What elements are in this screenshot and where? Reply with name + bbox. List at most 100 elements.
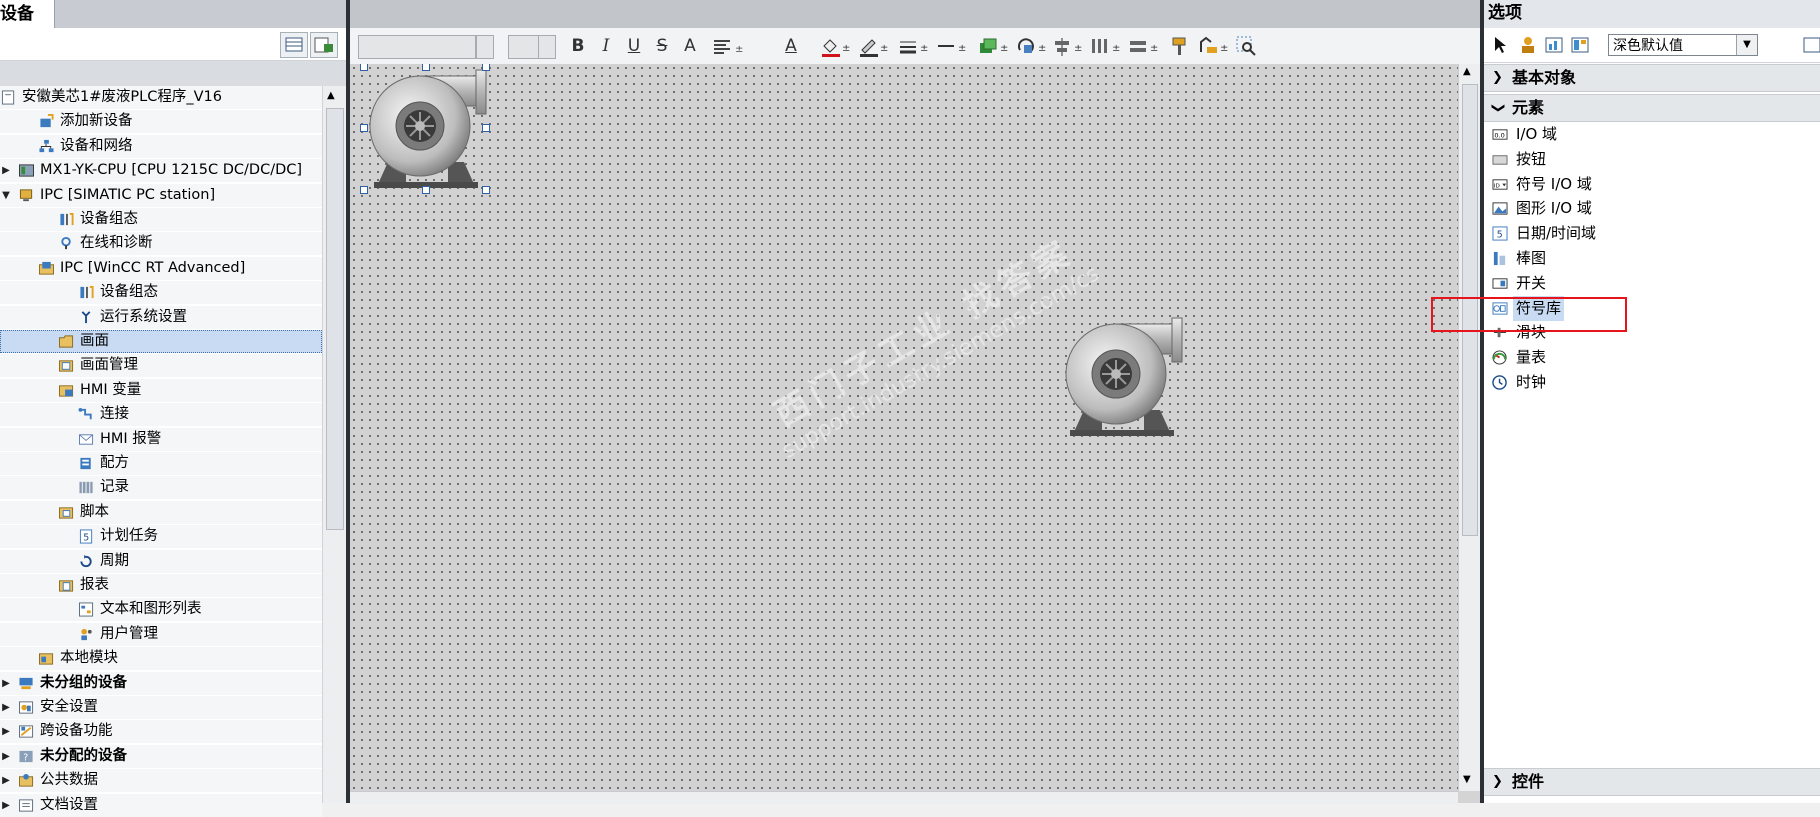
align-dropdown[interactable]: ± <box>710 34 744 58</box>
pump-symbol-selected[interactable] <box>364 66 496 192</box>
tree-item[interactable]: ▼ IPC [SIMATIC PC station] <box>0 183 322 207</box>
overview-view-button[interactable] <box>280 32 308 58</box>
underline-button[interactable]: U <box>622 34 646 58</box>
tree-item[interactable]: ▶ 未分组的设备 <box>0 671 322 695</box>
expand-right-icon[interactable]: ▶ <box>0 720 12 743</box>
tree-item[interactable]: 设备和网络 <box>0 134 322 158</box>
canvas-vertical-scrollbar[interactable]: ▲ ▼ <box>1458 64 1481 791</box>
text-color-button[interactable]: A <box>774 34 808 58</box>
tree-item[interactable]: 连接 <box>0 403 322 427</box>
tree-item[interactable]: ▶ 安全设置 <box>0 696 322 719</box>
rotate-button[interactable]: ± <box>1014 34 1048 58</box>
expand-right-icon[interactable]: ▶ <box>0 769 12 792</box>
section-basic-objects[interactable]: ❯ 基本对象 <box>1484 64 1820 92</box>
tree-item[interactable]: 用户管理 <box>0 622 322 646</box>
tree-item[interactable]: ▶HMI 变量 <box>0 378 322 402</box>
tree-item[interactable]: 安徽美芯1#废液PLC程序_V16 <box>0 86 322 109</box>
tree-item[interactable]: 记录 <box>0 476 322 500</box>
fill-color-button[interactable]: ± <box>818 34 852 58</box>
resize-handle[interactable] <box>482 186 490 194</box>
bold-button[interactable]: B <box>566 34 590 58</box>
resize-handle[interactable] <box>422 186 430 194</box>
resize-handle[interactable] <box>482 124 490 132</box>
tree-item[interactable]: 设备组态 <box>0 208 322 231</box>
section-controls[interactable]: ❯ 控件 <box>1484 768 1820 796</box>
section-elements[interactable]: ❯ 元素 <box>1484 94 1820 122</box>
tree-item[interactable]: 运行系统设置 <box>0 305 322 329</box>
tree-scrollbar-thumb[interactable] <box>326 108 344 530</box>
tree-item[interactable]: ▶ 文档设置 <box>0 793 322 817</box>
tree-item[interactable]: 文本和图形列表 <box>0 598 322 622</box>
toolbox-element[interactable]: 时钟 <box>1484 370 1820 395</box>
tree-item[interactable]: 配方 <box>0 452 322 475</box>
expand-right-icon[interactable]: ▶ <box>0 794 12 817</box>
tree-item[interactable]: 添加新设备 <box>0 110 322 134</box>
tree-item[interactable]: ▶报表 <box>0 574 322 597</box>
graphics-icon[interactable] <box>1544 35 1564 55</box>
scroll-up-icon[interactable]: ▲ <box>1463 66 1471 77</box>
line-color-button[interactable]: ± <box>856 34 890 58</box>
toolbox-element[interactable]: 5 日期/时间域 <box>1484 221 1820 246</box>
expand-down-icon[interactable]: ▼ <box>0 184 12 207</box>
expand-right-icon[interactable]: ▶ <box>0 672 12 695</box>
tab-devices[interactable]: 设备 <box>0 0 55 28</box>
canvas-horizontal-scrollbar[interactable] <box>350 791 1458 804</box>
tree-item[interactable]: ▶ 公共数据 <box>0 769 322 793</box>
font-size-up-button[interactable]: A <box>676 34 704 58</box>
toolbox-element[interactable]: 图形 I/O 域 <box>1484 196 1820 221</box>
line-width-button[interactable]: ± <box>896 34 930 58</box>
zoom-select-button[interactable] <box>1234 34 1258 58</box>
tree-item[interactable]: 在线和诊断 <box>0 232 322 256</box>
pump-symbol[interactable] <box>1060 314 1192 440</box>
screen-canvas[interactable]: 西门子工业 找答案 support.industry.siemens.com/c… <box>350 64 1458 791</box>
expand-right-icon[interactable]: ▶ <box>0 159 12 182</box>
tree-item[interactable]: ▶本地模块 <box>0 647 322 671</box>
tree-item[interactable]: ▶脚本 <box>0 500 322 524</box>
tree-item[interactable]: ▶画面管理 <box>0 354 322 378</box>
resize-handle[interactable] <box>360 186 368 194</box>
toolbox-element[interactable]: 按钮 <box>1484 147 1820 172</box>
view-toggle-icon[interactable] <box>1802 35 1820 55</box>
tree-item[interactable]: 设备组态 <box>0 281 322 305</box>
font-name-dropdown[interactable] <box>476 35 494 59</box>
format-painter-button[interactable] <box>1168 34 1192 58</box>
tree-item[interactable]: HMI 报警 <box>0 427 322 451</box>
layer-button[interactable]: ± <box>976 34 1010 58</box>
resize-handle[interactable] <box>360 64 368 71</box>
user-icon[interactable] <box>1518 35 1538 55</box>
tab-order-button[interactable]: ± <box>1196 34 1230 58</box>
toolbox-element[interactable]: 量表 <box>1484 345 1820 370</box>
distribute-button[interactable]: ± <box>1088 34 1122 58</box>
chevron-down-icon[interactable]: ▼ <box>1736 35 1757 55</box>
properties-view-button[interactable] <box>310 32 338 58</box>
tree-item[interactable]: 周期 <box>0 549 322 573</box>
scroll-down-icon[interactable]: ▼ <box>1463 774 1471 785</box>
strikethrough-button[interactable]: S <box>650 34 674 58</box>
font-name-field[interactable] <box>358 35 476 59</box>
resize-handle[interactable] <box>482 64 490 71</box>
align-objects-button[interactable]: ± <box>1050 34 1084 58</box>
expand-right-icon[interactable]: ▶ <box>0 696 12 719</box>
tree-item[interactable]: 5 计划任务 <box>0 525 322 549</box>
toolbox-element[interactable]: ID 符号 I/O 域 <box>1484 172 1820 197</box>
pointer-icon[interactable] <box>1490 35 1510 55</box>
layout-icon[interactable] <box>1570 35 1590 55</box>
font-size-dropdown[interactable] <box>538 35 556 59</box>
style-select[interactable]: 深色默认值 ▼ <box>1608 34 1758 56</box>
resize-handle[interactable] <box>422 64 430 71</box>
resize-handle[interactable] <box>360 124 368 132</box>
tree-scrollbar[interactable]: ▲ <box>322 86 347 803</box>
tree-item[interactable]: ▶画面 <box>0 330 322 353</box>
expand-right-icon[interactable]: ▶ <box>0 745 12 768</box>
same-size-button[interactable]: ± <box>1126 34 1160 58</box>
toolbox-element[interactable]: 棒图 <box>1484 246 1820 271</box>
tree-item[interactable]: ▶ 跨设备功能 <box>0 720 322 744</box>
scroll-up-icon[interactable]: ▲ <box>327 90 335 101</box>
toolbox-element[interactable]: 0.0 I/O 域 <box>1484 122 1820 147</box>
tree-item[interactable]: ▼IPC [WinCC RT Advanced] <box>0 256 322 280</box>
italic-button[interactable]: I <box>594 34 618 58</box>
tree-item[interactable]: ▶? 未分配的设备 <box>0 744 322 768</box>
line-style-button[interactable]: ± <box>934 34 968 58</box>
tree-item[interactable]: ▶ MX1-YK-CPU [CPU 1215C DC/DC/DC] <box>0 159 322 183</box>
toolbox-element[interactable]: 开关 <box>1484 271 1820 296</box>
